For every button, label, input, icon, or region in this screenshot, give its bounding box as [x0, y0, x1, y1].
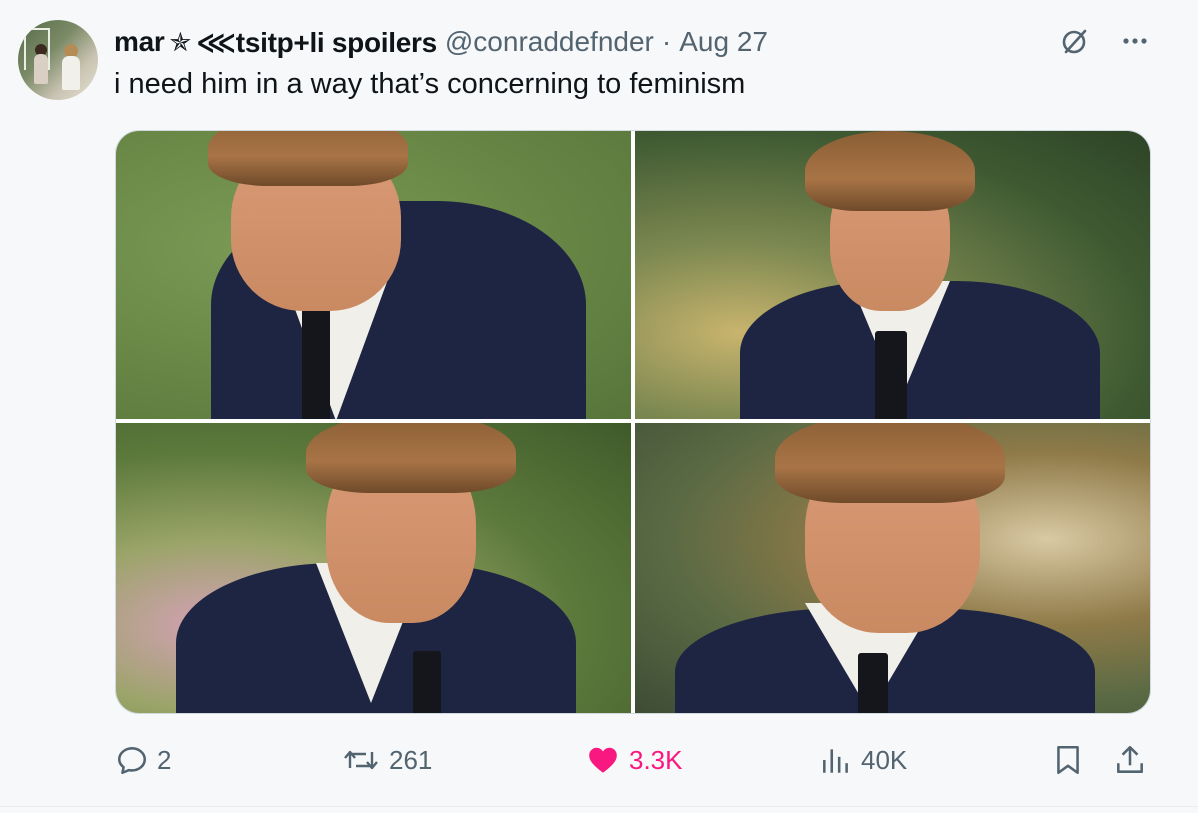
display-name-part1[interactable]: mar	[114, 26, 165, 58]
views-icon	[823, 749, 848, 773]
media-grid	[115, 130, 1151, 714]
views-button[interactable]: 40K	[819, 738, 907, 782]
tie	[302, 296, 330, 419]
top-actions	[1058, 24, 1152, 58]
like-button[interactable]: 3.3K	[585, 738, 683, 782]
like-count: 3.3K	[629, 744, 683, 775]
hair	[775, 423, 1005, 503]
tweet-header: mar ✯ ⋘tsitp+li spoilers @conraddefnder …	[114, 22, 768, 62]
hair	[805, 131, 975, 211]
view-count: 40K	[861, 744, 908, 775]
photo-1[interactable]	[116, 131, 631, 419]
repost-count: 261	[389, 744, 433, 775]
repost-button[interactable]: 261	[341, 738, 432, 782]
avatar[interactable]	[18, 20, 98, 100]
photo-2[interactable]	[635, 131, 1150, 419]
grok-icon[interactable]	[1058, 24, 1092, 58]
divider	[0, 806, 1198, 807]
tweet-text: i need him in a way that’s concerning to…	[114, 68, 746, 100]
hair	[306, 423, 516, 493]
user-handle[interactable]: @conraddefnder	[445, 26, 654, 58]
avatar-person-left	[34, 54, 48, 84]
tie	[875, 331, 907, 419]
photo-4[interactable]	[635, 423, 1150, 713]
bookmark-icon	[1057, 745, 1079, 775]
avatar-person-right	[62, 56, 80, 90]
tie	[858, 653, 888, 713]
display-name-part2[interactable]: ⋘tsitp+li spoilers	[196, 26, 437, 59]
share-button[interactable]	[1113, 738, 1147, 782]
separator-dot: ·	[661, 26, 672, 57]
star-symbol: ✯	[169, 26, 192, 57]
heart-icon	[589, 747, 617, 773]
reply-button[interactable]: 2	[115, 738, 171, 782]
reply-count: 2	[157, 744, 172, 775]
repost-icon	[344, 750, 378, 770]
hair	[208, 131, 408, 186]
tweet[interactable]: mar ✯ ⋘tsitp+li spoilers @conraddefnder …	[0, 0, 1198, 813]
tie	[413, 651, 441, 713]
bookmark-button[interactable]	[1051, 738, 1085, 782]
photo-3[interactable]	[116, 423, 631, 713]
reply-icon	[117, 747, 147, 775]
share-icon	[1117, 745, 1143, 773]
tweet-date[interactable]: Aug 27	[679, 26, 768, 58]
action-bar: 2 261 3.3K 40K	[115, 738, 1149, 782]
more-icon[interactable]	[1118, 24, 1152, 58]
